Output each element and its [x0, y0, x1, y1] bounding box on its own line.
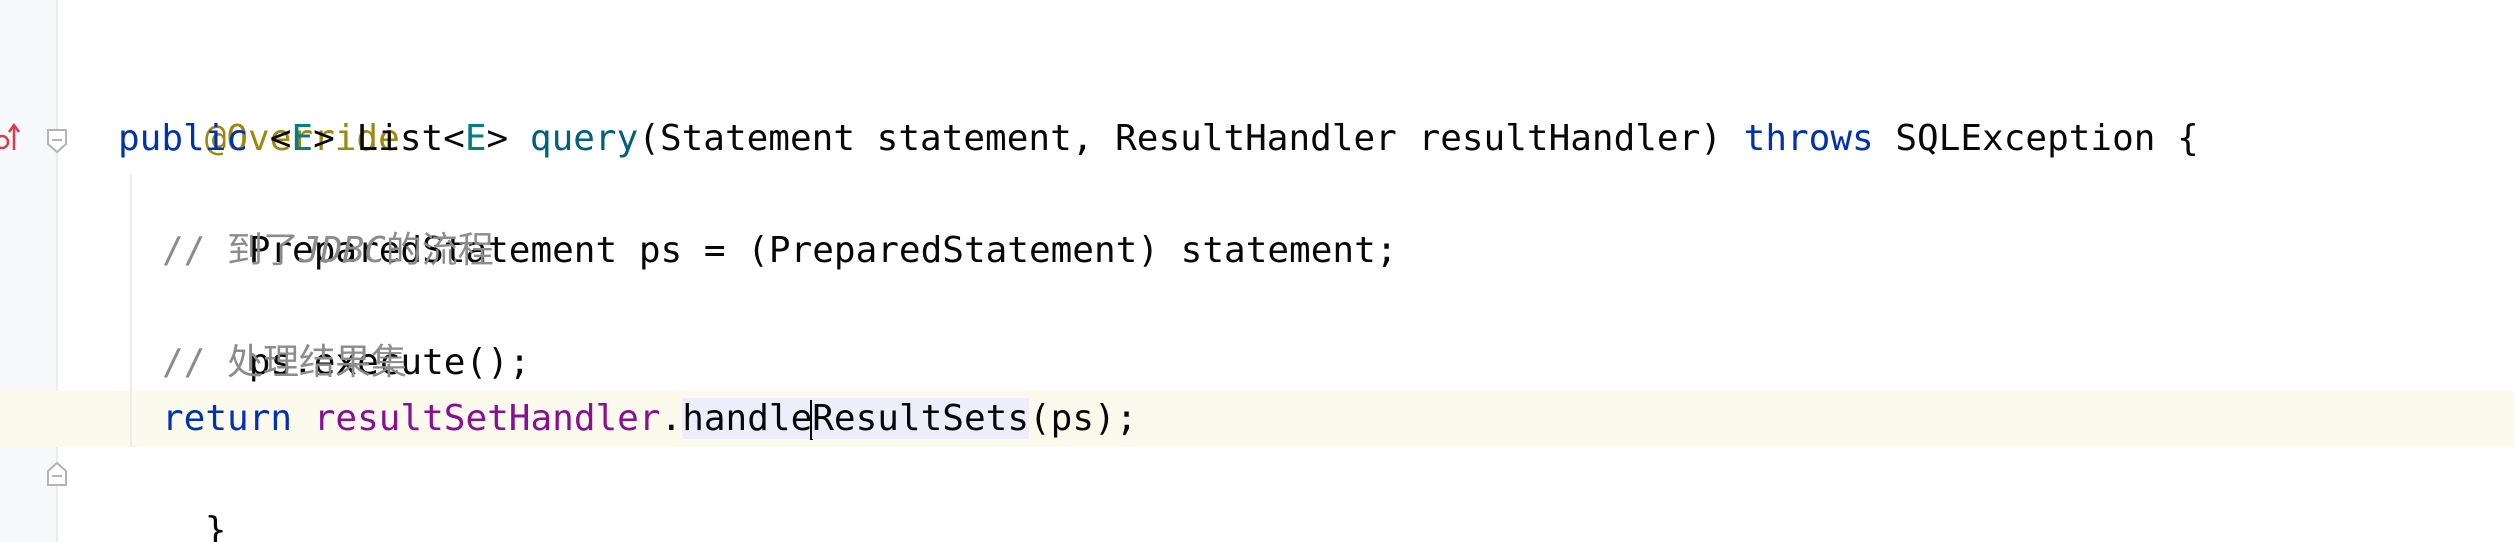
comment-text: 处理结果集 — [227, 342, 408, 383]
keyword-public: public — [118, 118, 249, 159]
closing-brace: } — [204, 510, 227, 542]
method-call-result-sets: ResultSets — [812, 398, 1029, 439]
dot: . — [660, 398, 683, 439]
fold-end-icon[interactable] — [46, 461, 68, 487]
comment-jdbc: JDBC — [299, 230, 386, 271]
comment-prefix: // — [162, 230, 228, 271]
keyword-return: return — [162, 398, 293, 439]
fold-icon[interactable] — [46, 128, 68, 154]
code-line-annotation[interactable]: @Override — [118, 55, 400, 159]
type-param-e: E — [291, 118, 314, 159]
override-up-arrow-icon[interactable] — [0, 120, 22, 156]
code-line-execute[interactable]: ps.execute(); — [162, 279, 531, 383]
code-line-comment-result[interactable]: // 处理结果集 — [162, 335, 407, 391]
method-name-query: query — [529, 118, 639, 159]
field-result-set-handler: resultSetHandler — [313, 398, 661, 439]
comment-prefix: // — [162, 342, 228, 383]
call-args: (ps); — [1029, 398, 1138, 439]
code-line-closing-brace[interactable]: } — [118, 447, 227, 542]
comment-text-1: 到了 — [227, 230, 300, 271]
code-line-method-signature[interactable]: public <E> List<E> query(Statement state… — [118, 111, 2199, 167]
code-line-comment-jdbc[interactable]: // 到了JDBC的流程 — [162, 223, 494, 279]
exception-type: SQLException { — [1873, 118, 2199, 159]
method-params: (Statement statement, ResultHandler resu… — [638, 118, 1744, 159]
generic-open: < — [269, 118, 292, 159]
comment-text-2: 的流程 — [385, 230, 494, 271]
code-line-return[interactable]: return resultSetHandler.handleResultSets… — [162, 391, 1137, 447]
gutter-current-line — [0, 391, 58, 447]
method-call-handle: handle — [682, 398, 813, 439]
return-type-close: > — [486, 118, 530, 159]
keyword-throws: throws — [1743, 118, 1874, 159]
code-editor[interactable]: @Override public <E> List<E> query(State… — [0, 0, 2514, 542]
generic-close: > — [313, 118, 335, 159]
return-type: List< — [334, 118, 465, 159]
type-param-e-2: E — [464, 118, 487, 159]
code-line-prepared-statement[interactable]: PreparedStatement ps = (PreparedStatemen… — [162, 167, 1398, 271]
